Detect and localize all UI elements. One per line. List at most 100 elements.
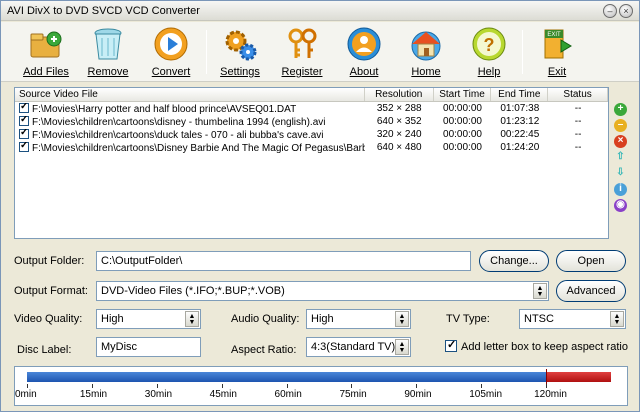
chevron-updown-icon: ▲ ▼ [395, 311, 409, 327]
row-checkbox[interactable] [19, 102, 29, 113]
aspect-ratio-select[interactable]: 4:3(Standard TV) ▲ ▼ [306, 337, 411, 357]
info-icon[interactable]: i [614, 183, 627, 196]
tv-type-label: TV Type: [446, 313, 490, 325]
table-row[interactable]: F:\Movies\children\cartoons\disney - thu… [15, 115, 608, 128]
timeline-tick-label: 30min [144, 389, 173, 400]
table-row[interactable]: F:\Movies\Harry potter and half blood pr… [15, 102, 608, 115]
timeline-tick-label: 120min [534, 389, 567, 400]
header-source-video-file[interactable]: Source Video File [15, 88, 365, 101]
about-button[interactable]: About [334, 26, 394, 78]
minimize-button[interactable]: – [603, 4, 617, 18]
tv-type-select[interactable]: NTSC ▲ ▼ [519, 309, 626, 329]
timeline-tick [351, 384, 353, 388]
exit-door-icon: EXIT [539, 26, 575, 62]
settings-button[interactable]: Settings [210, 26, 270, 78]
row-file-path: F:\Movies\children\cartoons\disney - thu… [32, 116, 326, 128]
convert-button[interactable]: Convert [141, 26, 201, 78]
delete-icon[interactable]: × [614, 135, 627, 148]
row-status: -- [574, 142, 582, 153]
overflow-capacity-bar [546, 372, 611, 382]
row-start-time: 00:00:00 [443, 129, 482, 140]
row-status: -- [574, 116, 582, 127]
row-resolution: 352 × 288 [376, 103, 422, 114]
window-title: AVI DivX to DVD SVCD VCD Converter [7, 4, 200, 17]
folder-plus-icon [28, 26, 64, 62]
aspect-ratio-label: Aspect Ratio: [231, 344, 297, 356]
advanced-button[interactable]: Advanced [556, 280, 626, 302]
svg-text:?: ? [484, 35, 495, 55]
row-resolution: 640 × 352 [376, 116, 422, 127]
remove-button[interactable]: Remove [78, 26, 138, 78]
open-button[interactable]: Open [556, 250, 626, 272]
home-icon [408, 26, 444, 62]
row-file-path: F:\Movies\Harry potter and half blood pr… [32, 103, 297, 115]
row-start-time: 00:00:00 [443, 116, 482, 127]
person-icon [346, 26, 382, 62]
source-file-list[interactable]: Source Video File Resolution Start Time … [14, 87, 609, 239]
title-bar: AVI DivX to DVD SVCD VCD Converter – × [1, 1, 639, 21]
row-end-time: 01:07:38 [500, 103, 540, 114]
move-down-icon[interactable]: ⇩ [614, 167, 627, 180]
list-header: Source Video File Resolution Start Time … [15, 88, 608, 102]
row-checkbox[interactable] [19, 115, 29, 126]
chevron-updown-icon: ▲ ▼ [533, 283, 547, 299]
move-up-icon[interactable]: ⇧ [614, 151, 627, 164]
table-row[interactable]: F:\Movies\children\cartoons\Disney Barbi… [15, 141, 608, 154]
minus-icon[interactable]: – [614, 119, 627, 132]
add-files-button[interactable]: Add Files [16, 26, 76, 78]
chevron-updown-icon: ▲ ▼ [610, 311, 624, 327]
keys-icon [284, 26, 320, 62]
audio-quality-select[interactable]: High ▲ ▼ [306, 309, 411, 329]
row-checkbox[interactable] [19, 128, 29, 139]
row-end-time: 01:23:12 [500, 116, 540, 127]
chevron-updown-icon: ▲ ▼ [185, 311, 199, 327]
list-side-toolbar: + – × ⇧ ⇩ i ◉ [614, 103, 628, 215]
timeline-tick [481, 384, 483, 388]
capacity-marker [546, 369, 548, 385]
row-end-time: 01:24:20 [500, 142, 540, 153]
question-icon: ? [471, 26, 507, 62]
help-button[interactable]: ? Help [459, 26, 519, 78]
timeline-tick-label: 45min [209, 389, 237, 400]
timeline-tick-label: 0min [15, 389, 37, 400]
output-folder-field[interactable]: C:\OutputFolder\ [96, 251, 471, 271]
svg-text:EXIT: EXIT [547, 32, 561, 38]
header-status[interactable]: Status [548, 88, 608, 101]
row-start-time: 00:00:00 [443, 142, 482, 153]
header-resolution[interactable]: Resolution [365, 88, 434, 101]
timeline-tick [27, 384, 28, 388]
row-resolution: 640 × 480 [376, 142, 422, 153]
row-checkbox[interactable] [19, 141, 29, 152]
timeline-tick [156, 384, 158, 388]
disc-label-field[interactable]: MyDisc [96, 337, 201, 357]
home-button[interactable]: Home [396, 26, 456, 78]
output-folder-label: Output Folder: [14, 255, 85, 267]
timeline-tick [91, 384, 93, 388]
timeline-tick-label: 60min [274, 389, 302, 400]
row-file-path: F:\Movies\children\cartoons\duck tales -… [32, 129, 324, 141]
add-icon[interactable]: + [614, 103, 627, 116]
timeline-tick [546, 384, 548, 388]
chevron-updown-icon: ▲ ▼ [395, 339, 409, 355]
table-row[interactable]: F:\Movies\children\cartoons\duck tales -… [15, 128, 608, 141]
row-resolution: 320 × 240 [376, 129, 422, 140]
close-button[interactable]: × [619, 4, 633, 18]
video-quality-select[interactable]: High ▲ ▼ [96, 309, 201, 329]
timeline-tick-label: 15min [79, 389, 108, 400]
letterbox-label: Add letter box to keep aspect ratio [461, 341, 628, 353]
timeline-tick [416, 384, 418, 388]
app-window: AVI DivX to DVD SVCD VCD Converter – × A… [0, 0, 640, 412]
header-start-time[interactable]: Start Time [434, 88, 492, 101]
output-format-select[interactable]: DVD-Video Files (*.IFO;*.BUP;*.VOB) ▲ ▼ [96, 281, 549, 301]
header-end-time[interactable]: End Time [491, 88, 549, 101]
properties-icon[interactable]: ◉ [614, 199, 627, 212]
letterbox-checkbox[interactable] [445, 338, 457, 352]
exit-button[interactable]: EXIT Exit [527, 26, 587, 78]
video-quality-label: Video Quality: [14, 313, 83, 325]
register-button[interactable]: Register [272, 26, 332, 78]
timeline-tick-label: 90min [404, 389, 432, 400]
change-button[interactable]: Change... [479, 250, 549, 272]
row-end-time: 00:22:45 [500, 129, 540, 140]
row-status: -- [574, 129, 582, 140]
audio-quality-label: Audio Quality: [231, 313, 300, 325]
